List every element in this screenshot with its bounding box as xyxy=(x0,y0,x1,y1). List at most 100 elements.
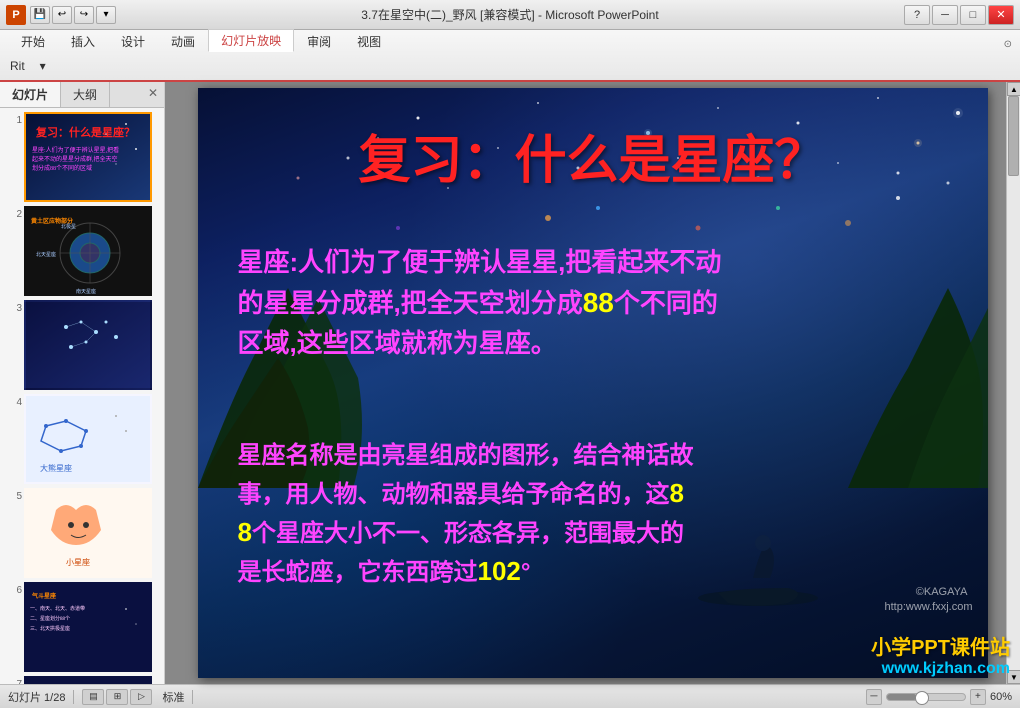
canvas-scrollbar: ▲ ▼ xyxy=(1006,82,1020,684)
body2-text3: 8个星座大小不一、形态各异，范围最大的 xyxy=(238,520,684,547)
highlight-8-2: 8 xyxy=(238,517,252,547)
body1-text3: 区域,这些区域就称为星座。 xyxy=(238,328,557,358)
ribbon: 开始 插入 设计 动画 幻灯片放映 审阅 视图 ⊙ Rit ▾ xyxy=(0,30,1020,82)
slide-number-7: 7 xyxy=(4,676,22,684)
svg-text:大熊星座: 大熊星座 xyxy=(40,463,72,473)
body1-text: 星座:人们为了便于辨认星星,把看起来不动 xyxy=(238,247,722,277)
slide-body1: 星座:人们为了便于辨认星星,把看起来不动 的星星分成群,把全天空划分成88个不同… xyxy=(238,243,948,363)
tab-outline[interactable]: 大纲 xyxy=(61,82,110,107)
zoom-bar-fill xyxy=(887,694,917,700)
slide-thumb-3[interactable] xyxy=(24,300,152,390)
svg-text:南天星座: 南天星座 xyxy=(76,288,96,295)
slide-number-5: 5 xyxy=(4,488,22,502)
help-button[interactable]: ? xyxy=(904,5,930,25)
zoom-bar[interactable] xyxy=(886,693,966,701)
ribbon-tab-start[interactable]: 开始 xyxy=(8,30,58,52)
scrollbar-thumb[interactable] xyxy=(1008,96,1019,176)
svg-text:起来不动的星星分成群,把全天空: 起来不动的星星分成群,把全天空 xyxy=(32,155,118,163)
slide-body2: 星座名称是由亮星组成的图形，结合神话故 事，用人物、动物和器具给予命名的，这8 … xyxy=(238,438,948,591)
slide-number-3: 3 xyxy=(4,300,22,314)
ribbon-tab-slideshow[interactable]: 幻灯片放映 xyxy=(208,29,294,52)
slide-title: 复习：什么是星座？ xyxy=(358,118,826,193)
slide-panel: 幻灯片 大纲 ✕ 1 复习：什么是星座？ xyxy=(0,82,165,684)
slide-thumb-2[interactable]: 北极星 北天星座 南天星座 黄土区应物部分 xyxy=(24,206,152,296)
highlight-102: 102 xyxy=(478,556,521,586)
window-title: 3.7在星空中(二)_野风 [兼容模式] - Microsoft PowerPo… xyxy=(116,6,904,23)
slide-item-2[interactable]: 2 北极星 北天星座 南天星座 黄土区应物部分 xyxy=(4,206,160,296)
body2-text4: 是长蛇座，它东西跨过102° xyxy=(238,559,531,586)
slide-item-5[interactable]: 5 小星座 xyxy=(4,488,160,578)
ribbon-help[interactable]: ⊙ xyxy=(1004,39,1012,52)
body1-text2: 的星星分成群,把全天空划分成88个不同的 xyxy=(238,288,718,318)
status-bar: 幻灯片 1/28 ▤ ⊞ ▷ 标准 ─ + 60% xyxy=(0,684,1020,708)
canvas-area: 复习：什么是星座？ 星座:人们为了便于辨认星星,把看起来不动 的星星分成群,把全… xyxy=(165,82,1020,684)
ribbon-tab-insert[interactable]: 插入 xyxy=(58,30,108,52)
slide-item-4[interactable]: 4 大熊星座 xyxy=(4,394,160,484)
watermark-line2: www.kjzhan.com xyxy=(871,660,1010,678)
slide-thumb-5[interactable]: 小星座 xyxy=(24,488,152,578)
slide-sorter-button[interactable]: ⊞ xyxy=(106,689,128,705)
ribbon-tab-view[interactable]: 视图 xyxy=(344,30,394,52)
highlight-88-2: 8 xyxy=(670,478,684,508)
view-label: 标准 xyxy=(162,689,184,705)
slides-list[interactable]: 1 复习：什么是星座？ 星座:人们为了便于辨认星星,把看 起来不动的星星分成群,… xyxy=(0,108,164,684)
slide-watermark1: ©KAGAYA xyxy=(916,586,968,598)
panel-close-button[interactable]: ✕ xyxy=(142,82,164,107)
slide-watermark2: http:www.fxxj.com xyxy=(884,601,972,613)
customize-button[interactable]: ▾ xyxy=(96,6,116,24)
slide-panel-tabs: 幻灯片 大纲 ✕ xyxy=(0,82,164,108)
close-button[interactable]: ✕ xyxy=(988,5,1014,25)
zoom-out-button[interactable]: ─ xyxy=(866,689,882,705)
slide-number-4: 4 xyxy=(4,394,22,408)
status-divider-2 xyxy=(192,690,193,704)
slide-number-6: 6 xyxy=(4,582,22,596)
slide-item-1[interactable]: 1 复习：什么是星座？ 星座:人们为了便于辨认星星,把看 起来不动的星星分成群,… xyxy=(4,112,160,202)
slide-thumb-6[interactable]: 气斗星座 一、南天、北天、赤道带 二、星座划分88个 三、北天拱极星座 xyxy=(24,582,152,672)
slide-thumb-1[interactable]: 复习：什么是星座？ 星座:人们为了便于辨认星星,把看 起来不动的星星分成群,把全… xyxy=(24,112,152,202)
slide-thumb-4[interactable]: 大熊星座 xyxy=(24,394,152,484)
tab-slides[interactable]: 幻灯片 xyxy=(0,82,61,107)
bottom-watermark: 小学PPT课件站 www.kjzhan.com xyxy=(871,631,1010,678)
save-button[interactable]: 💾 xyxy=(30,6,50,24)
maximize-button[interactable]: □ xyxy=(960,5,986,25)
minimize-button[interactable]: ─ xyxy=(932,5,958,25)
svg-text:气斗星座: 气斗星座 xyxy=(31,592,56,600)
font-label: Rit xyxy=(10,59,25,73)
font-button[interactable]: ▾ xyxy=(31,56,55,76)
slide-item-7[interactable]: 7 北极星 北极星 xyxy=(4,676,160,684)
slide-thumb-7[interactable]: 北极星 北极星 xyxy=(24,676,152,684)
slide-number-2: 2 xyxy=(4,206,22,220)
svg-text:北天星座: 北天星座 xyxy=(36,251,56,258)
scrollbar-track xyxy=(1007,96,1020,670)
slideshow-button[interactable]: ▷ xyxy=(130,689,152,705)
slide-item-6[interactable]: 6 气斗星座 一、南天、北天、赤道带 二、星座划分88个 三、北天拱极星座 xyxy=(4,582,160,672)
slide-canvas[interactable]: 复习：什么是星座？ 星座:人们为了便于辨认星星,把看起来不动 的星星分成群,把全… xyxy=(198,88,988,678)
scrollbar-up-button[interactable]: ▲ xyxy=(1007,82,1020,96)
ribbon-tab-animation[interactable]: 动画 xyxy=(158,30,208,52)
ribbon-tabs: 开始 插入 设计 动画 幻灯片放映 审阅 视图 ⊙ xyxy=(0,30,1020,52)
svg-text:三、北天拱极星座: 三、北天拱极星座 xyxy=(30,625,70,632)
redo-button[interactable]: ↪ xyxy=(74,6,94,24)
ribbon-content: Rit ▾ xyxy=(0,52,1020,80)
zoom-level: 60% xyxy=(990,691,1012,703)
title-bar-left: P 💾 ↩ ↪ ▾ xyxy=(6,5,116,25)
ribbon-tab-design[interactable]: 设计 xyxy=(108,30,158,52)
svg-text:划分成88个不同的区域: 划分成88个不同的区域 xyxy=(32,164,92,172)
svg-text:一、南天、北天、赤道带: 一、南天、北天、赤道带 xyxy=(30,605,85,612)
svg-text:小星座: 小星座 xyxy=(66,557,90,567)
view-buttons: ▤ ⊞ ▷ xyxy=(82,689,152,705)
zoom-controls: ─ + 60% xyxy=(866,689,1012,705)
zoom-handle[interactable] xyxy=(915,691,929,705)
slide-item-3[interactable]: 3 xyxy=(4,300,160,390)
main-area: 幻灯片 大纲 ✕ 1 复习：什么是星座？ xyxy=(0,82,1020,684)
ribbon-tab-review[interactable]: 审阅 xyxy=(294,30,344,52)
normal-view-button[interactable]: ▤ xyxy=(82,689,104,705)
undo-button[interactable]: ↩ xyxy=(52,6,72,24)
status-divider-1 xyxy=(73,690,74,704)
ribbon-group-font: Rit ▾ xyxy=(10,56,55,76)
watermark-line1: 小学PPT课件站 xyxy=(871,631,1010,660)
zoom-in-button[interactable]: + xyxy=(970,689,986,705)
slide-number-1: 1 xyxy=(4,112,22,126)
svg-text:二、星座划分88个: 二、星座划分88个 xyxy=(30,615,70,622)
svg-text:复习：什么是星座？: 复习：什么是星座？ xyxy=(35,125,135,139)
